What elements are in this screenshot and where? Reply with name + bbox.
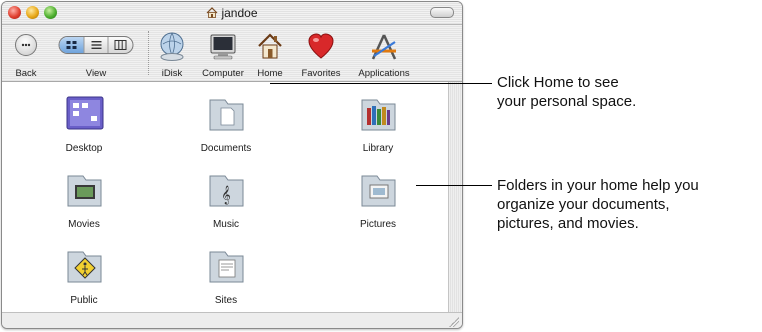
applications-icon [371,34,397,60]
folder-label-music: Music [212,219,240,230]
pictures-folder-icon [361,175,396,207]
folder-label-sites: Sites [214,295,238,306]
title-bar[interactable]: jandoe [2,2,462,25]
home-callout-line [270,83,492,84]
icon-view-button[interactable] [59,37,85,53]
home-callout-line1: Click Home to see [497,74,619,91]
resize-grip-icon[interactable] [449,317,459,327]
folder-library[interactable]: Library [333,94,423,154]
folder-documents[interactable]: Documents [181,94,271,154]
folders-callout: Folders in your home help you organize y… [497,176,699,233]
home-icon [258,33,282,59]
folder-label-movies: Movies [68,219,100,230]
home-icon [207,7,218,18]
back-label: Back [15,68,37,79]
desktop-folder-icon [66,96,104,130]
toolbar-separator [148,31,149,75]
home-callout-line2: your personal space. [497,93,637,110]
toolbar-label-applications: Applications [358,68,410,79]
documents-folder-icon [209,99,244,131]
window-title: jandoe [2,6,462,20]
view-segmented-control[interactable] [58,36,134,54]
folders-callout-line1: Folders in your home help you [497,177,699,194]
computer-icon [210,34,236,60]
toolbar: Back View iDisk Computer Home Favorites … [2,25,462,82]
idisk-icon [160,32,184,61]
folders-callout-line2: organize your documents, [497,196,670,213]
folder-label-pictures: Pictures [359,219,397,230]
toolbar-label-computer: Computer [202,68,244,79]
window-title-text: jandoe [221,6,258,20]
folder-public[interactable]: Public [39,246,129,306]
favorites-icon [308,33,334,59]
folder-movies[interactable]: Movies [39,170,129,230]
view-label: View [85,68,107,79]
vertical-scrollbar[interactable] [448,82,462,312]
column-view-icon [114,40,127,50]
icon-view-icon [66,41,77,49]
folder-label-desktop: Desktop [65,143,103,154]
folder-sites[interactable]: Sites [181,246,271,306]
folders-callout-line3: pictures, and movies. [497,215,639,232]
status-bar [2,312,462,328]
folders-callout-line [416,185,492,186]
library-folder-icon [361,99,396,131]
folder-music[interactable]: 𝄞 Music [181,170,271,230]
toolbar-label-home: Home [257,68,283,79]
toolbar-label-favorites: Favorites [301,68,341,79]
movies-folder-icon [67,175,102,207]
svg-text:𝄞: 𝄞 [221,185,230,205]
column-view-button[interactable] [109,37,133,53]
file-icon-area: Desktop Documents Library Movies 𝄞 Music… [2,82,448,312]
public-folder-icon [67,251,102,283]
back-arrow-icon [15,34,37,56]
home-callout: Click Home to see your personal space. [497,73,636,111]
list-view-icon [91,41,101,49]
folder-label-documents: Documents [200,143,252,154]
folder-pictures[interactable]: Pictures [333,170,423,230]
finder-window: jandoe Back View iDisk Computer Home Fav… [1,1,463,329]
folder-desktop[interactable]: Desktop [39,94,129,154]
toolbar-toggle-button[interactable] [430,7,454,18]
folder-label-public: Public [70,295,98,306]
music-folder-icon: 𝄞 [209,175,244,207]
sites-folder-icon [209,251,244,283]
toolbar-label-idisk: iDisk [161,68,183,79]
folder-label-library: Library [362,143,394,154]
list-view-button[interactable] [84,37,109,53]
